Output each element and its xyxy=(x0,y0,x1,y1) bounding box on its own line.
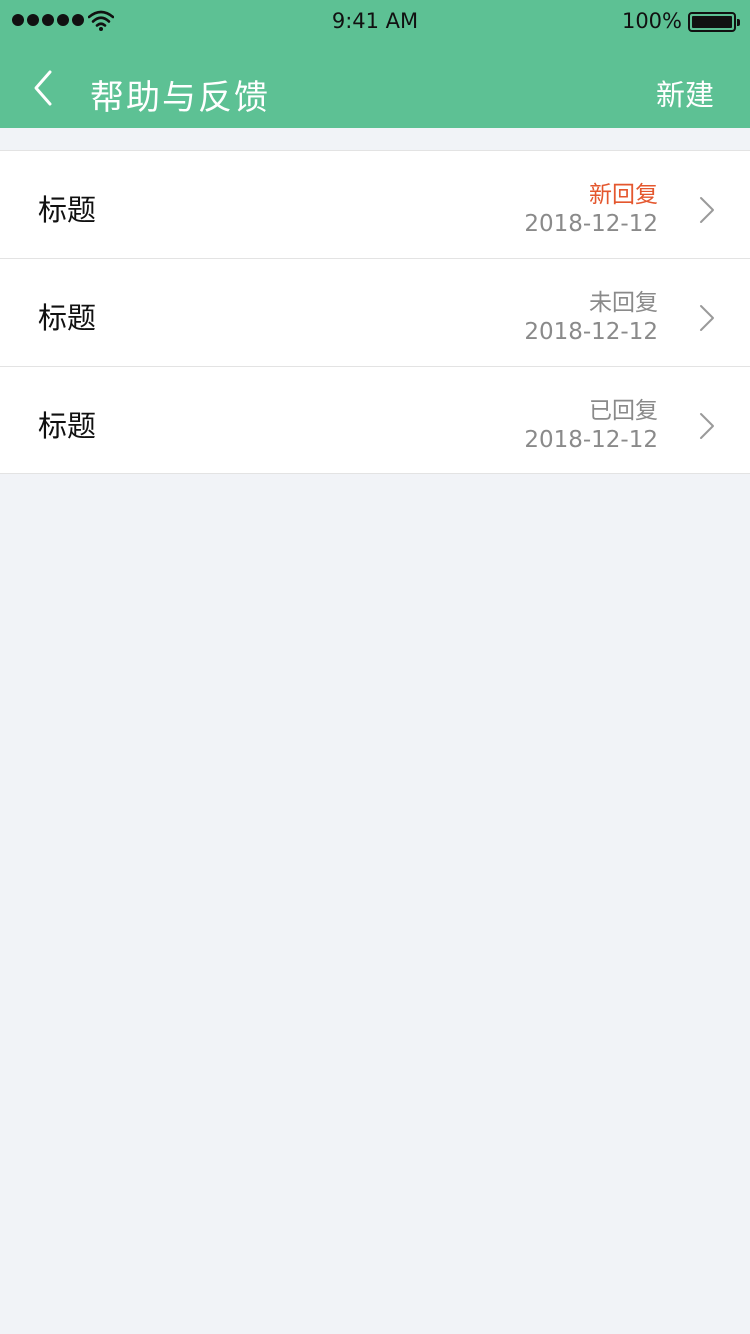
status-bar: 9:41 AM 100% xyxy=(0,0,750,42)
new-button[interactable]: 新建 xyxy=(656,72,714,114)
item-meta: 已回复 2018-12-12 xyxy=(524,397,658,455)
list-item[interactable]: 标题 已回复 2018-12-12 xyxy=(0,366,750,474)
battery-percentage: 100% xyxy=(621,9,682,33)
nav-bar: 帮助与反馈 新建 xyxy=(0,42,750,128)
item-date: 2018-12-12 xyxy=(524,211,658,237)
chevron-left-icon xyxy=(34,70,52,106)
item-meta: 未回复 2018-12-12 xyxy=(524,289,658,347)
feedback-list: 标题 新回复 2018-12-12 标题 未回复 2018-12-12 标题 已… xyxy=(0,150,750,474)
back-button[interactable] xyxy=(24,68,64,108)
item-meta: 新回复 2018-12-12 xyxy=(524,181,658,239)
app-header: 9:41 AM 100% 帮助与反馈 新建 xyxy=(0,0,750,128)
item-status: 未回复 xyxy=(589,290,658,316)
page-title: 帮助与反馈 xyxy=(90,78,270,118)
chevron-right-icon xyxy=(700,197,714,223)
item-title: 标题 xyxy=(38,301,97,335)
chevron-right-icon xyxy=(700,305,714,331)
list-item[interactable]: 标题 新回复 2018-12-12 xyxy=(0,150,750,258)
item-status: 新回复 xyxy=(589,182,658,208)
item-title: 标题 xyxy=(38,409,97,443)
item-status: 已回复 xyxy=(589,398,658,424)
chevron-right-icon xyxy=(700,413,714,439)
item-title: 标题 xyxy=(38,193,97,227)
battery-icon xyxy=(688,12,740,32)
item-date: 2018-12-12 xyxy=(524,319,658,345)
item-date: 2018-12-12 xyxy=(524,427,658,453)
list-item[interactable]: 标题 未回复 2018-12-12 xyxy=(0,258,750,366)
